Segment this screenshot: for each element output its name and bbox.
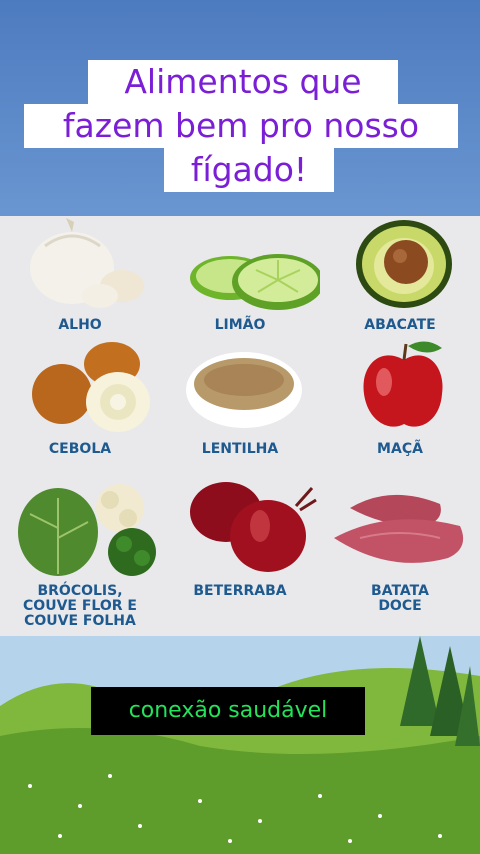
food-sweet-potato: BATATA DOCE: [320, 478, 480, 618]
broccoli-icon: [18, 484, 156, 576]
lime-icon: [190, 254, 324, 310]
food-label: CEBOLA: [48, 441, 112, 457]
title-line-2: fazem bem pro nosso: [24, 104, 458, 148]
food-label: ABACATE: [364, 317, 436, 333]
food-grid-panel: ALHO LIMÃO ABACATE CEBOLA LENTILHA MAÇÃ …: [0, 216, 480, 636]
food-apple: MAÇÃ: [320, 336, 480, 476]
sweet-potato-icon: [334, 494, 464, 563]
food-lentil: LENTILHA: [160, 336, 320, 476]
food-lime: LIMÃO: [160, 216, 324, 356]
food-label: LENTILHA: [201, 441, 279, 457]
apple-icon: [363, 341, 443, 427]
food-label: LIMÃO: [214, 317, 266, 333]
caption-text: conexão saudável: [91, 687, 365, 735]
food-garlic: ALHO: [0, 216, 160, 356]
food-label: ALHO: [58, 317, 102, 333]
food-label: BRÓCOLIS, COUVE FLOR E COUVE FOLHA: [23, 583, 137, 629]
food-beet: BETERRABA: [160, 478, 320, 618]
title-box: Alimentos que fazem bem pro nosso fígado…: [24, 60, 458, 210]
food-onion: CEBOLA: [0, 336, 160, 476]
onion-icon: [32, 342, 150, 432]
food-label: BATATA DOCE: [371, 583, 429, 614]
food-label: BETERRABA: [193, 583, 287, 599]
title-line-1: Alimentos que: [88, 60, 398, 104]
grass-field-background: [0, 636, 480, 854]
food-broccoli: BRÓCOLIS, COUVE FLOR E COUVE FOLHA: [0, 478, 160, 629]
garlic-icon: [30, 218, 144, 308]
lentil-icon: [186, 352, 302, 428]
avocado-icon: [356, 220, 452, 308]
food-avocado: ABACATE: [320, 216, 480, 356]
title-line-3: fígado!: [164, 148, 334, 192]
food-label: MAÇÃ: [377, 441, 423, 457]
beet-icon: [190, 482, 317, 572]
